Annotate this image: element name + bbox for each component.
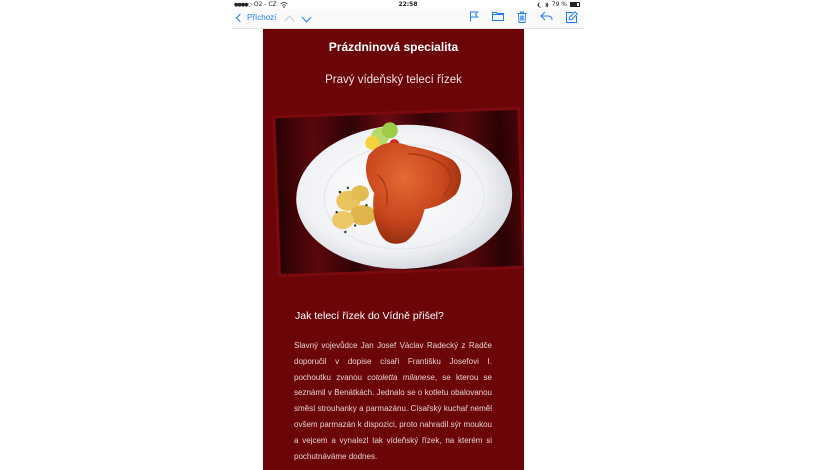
moon-icon [537, 1, 542, 7]
flag-icon[interactable] [469, 11, 479, 22]
article-paragraph: Slavný vojevůdce Jan Josef Václav Radeck… [294, 338, 492, 464]
paragraph-part-2: , se kterou se seznámil v Benátkách. Jed… [294, 372, 492, 461]
folder-icon[interactable] [492, 11, 504, 21]
status-bar: ●●●●○ O2 - CZ 22:58 79 % [232, 0, 584, 9]
section-heading: Jak telecí řízek do Vídně přišel? [295, 310, 444, 322]
back-label: Příchozí [247, 13, 277, 22]
email-title: Prázdninová specialita [328, 40, 459, 54]
compose-icon[interactable] [566, 11, 578, 23]
email-subtitle: Pravý vídeňský telecí řízek [325, 74, 462, 86]
battery-icon [570, 2, 580, 7]
paragraph-italic: cotoletta milanese [367, 372, 435, 382]
reply-icon[interactable] [540, 11, 553, 21]
chevron-up-icon[interactable] [284, 15, 295, 26]
message-nav [284, 12, 312, 26]
chevron-down-icon[interactable] [301, 12, 312, 23]
back-button[interactable]: Příchozí [234, 13, 276, 22]
schnitzel-photo [272, 106, 524, 278]
status-right: 79 % [537, 1, 580, 8]
chevron-left-icon [235, 13, 245, 22]
toolbar-actions [469, 11, 578, 23]
clock: 22:58 [398, 1, 418, 8]
mail-toolbar: Příchozí [232, 9, 584, 29]
schnitzel-illustration [275, 109, 524, 278]
bluetooth-icon [545, 1, 549, 8]
email-content: Prázdninová specialita Pravý vídeňský te… [263, 29, 524, 470]
trash-icon[interactable] [517, 11, 527, 23]
battery-percent: 79 % [551, 1, 567, 8]
